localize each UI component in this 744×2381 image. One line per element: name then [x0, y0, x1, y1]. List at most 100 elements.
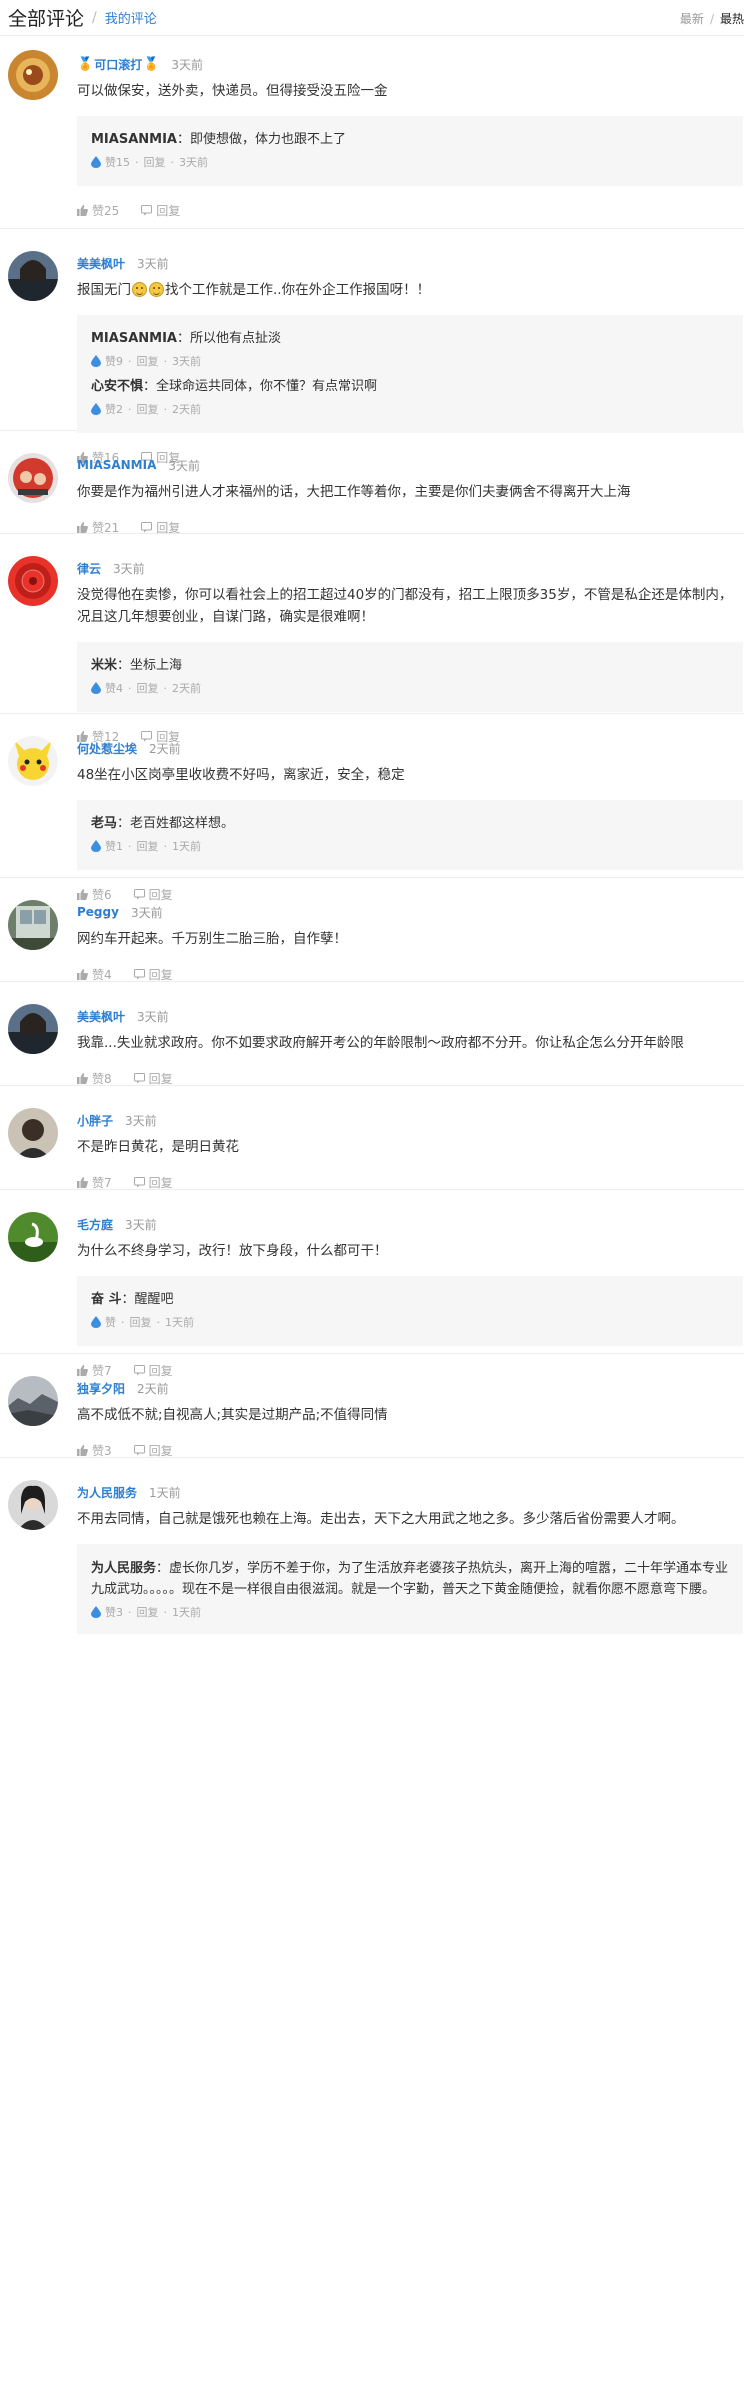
- comment-time: 3天前: [113, 561, 145, 576]
- username[interactable]: 律云: [77, 560, 101, 577]
- my-comments-link[interactable]: 我的评论: [105, 8, 157, 27]
- avatar[interactable]: [8, 251, 58, 301]
- username[interactable]: 美美枫叶: [77, 255, 125, 272]
- comment-time: 3天前: [168, 458, 200, 473]
- grin-emoji-icon: [132, 282, 147, 297]
- reply-item: MIASANMIA：所以他有点扯淡 赞9 · 回复 · 3天前: [91, 331, 281, 369]
- comment-text: 你要是作为福州引进人才来福州的话，大把工作等着你，主要是你们夫妻俩舍不得离开大上…: [77, 484, 631, 500]
- avatar[interactable]: [8, 1004, 58, 1054]
- drop-like-icon[interactable]: [91, 156, 101, 168]
- reply-username[interactable]: MIASANMIA: [91, 132, 177, 147]
- reply-reply-button[interactable]: 回复: [130, 1314, 152, 1330]
- comment-text: 网约车开起来。千万别生二胎三胎，自作孽！: [77, 931, 347, 947]
- reply-likes[interactable]: 赞9: [105, 353, 123, 369]
- drop-like-icon[interactable]: [91, 1606, 101, 1618]
- reply-likes[interactable]: 赞: [105, 1314, 116, 1330]
- comment-icon: [141, 522, 153, 533]
- reply-box: MIASANMIA：即使想做，体力也跟不上了 赞15 · 回复 · 3天前: [77, 116, 743, 186]
- comment-item: Peggy 3天前 网约车开起来。千万别生二胎三胎，自作孽！ 赞4 回复: [0, 878, 744, 982]
- drop-like-icon[interactable]: [91, 682, 101, 694]
- reply-likes[interactable]: 赞3: [105, 1604, 123, 1620]
- reply-label: 回复: [148, 1176, 173, 1190]
- reply-likes[interactable]: 赞1: [105, 838, 123, 854]
- reply-text: ：即使想做，体力也跟不上了: [176, 132, 346, 147]
- avatar[interactable]: [8, 1108, 58, 1158]
- reply-username[interactable]: 为人民服务: [91, 1561, 156, 1576]
- comment-item: 独享夕阳 2天前 高不成低不就;自视高人;其实是过期产品;不值得同情 赞3 回复: [0, 1354, 744, 1458]
- comment-icon: [133, 1445, 145, 1456]
- username[interactable]: Peggy: [77, 905, 119, 919]
- reply-username[interactable]: 老马: [91, 816, 117, 831]
- reply-box: 为人民服务：虚长你几岁，学历不差于你，为了生活放弃老婆孩子热炕头，离开上海的喧嚣…: [77, 1544, 743, 1634]
- comment-item: 美美枫叶 3天前 我靠...失业就求政府。你不如要求政府解开考公的年龄限制～政府…: [0, 982, 744, 1086]
- avatar[interactable]: [8, 556, 58, 606]
- reply-reply-button[interactable]: 回复: [137, 838, 159, 854]
- reply-item: 米米：坐标上海 赞4 · 回复 · 2天前: [91, 658, 201, 696]
- reply-username[interactable]: 米米: [91, 658, 117, 673]
- like-button[interactable]: 赞8: [77, 1070, 112, 1087]
- like-count: 赞7: [92, 1176, 112, 1190]
- reply-reply-button[interactable]: 回复: [137, 353, 159, 369]
- reply-time: 1天前: [172, 1606, 201, 1619]
- reply-likes[interactable]: 赞15: [105, 154, 130, 170]
- avatar[interactable]: [8, 1376, 58, 1426]
- comment-item: 毛方庭 3天前 为什么不终身学习，改行！放下身段，什么都可干！ 奋 斗：醒醒吧 …: [0, 1190, 744, 1378]
- like-button[interactable]: 赞4: [77, 966, 112, 983]
- reply-time: 2天前: [172, 682, 201, 695]
- username[interactable]: 独享夕阳: [77, 1380, 125, 1397]
- reply-reply-button[interactable]: 回复: [137, 680, 159, 696]
- reply-button[interactable]: 回复: [133, 1442, 173, 1459]
- drop-like-icon[interactable]: [91, 403, 101, 415]
- reply-button[interactable]: 回复: [141, 202, 180, 219]
- avatar[interactable]: [8, 50, 58, 100]
- comment-icon: [133, 969, 145, 980]
- reply-button[interactable]: 回复: [133, 1070, 173, 1087]
- comment-time: 3天前: [125, 1217, 157, 1232]
- sort-hot[interactable]: 最热: [720, 12, 744, 26]
- comment-text-part: 报国无门: [77, 282, 131, 298]
- comment-item: 美美枫叶 3天前 报国无门 找个工作就是工作..你在外企工作报国呀！！ MIASA…: [0, 229, 744, 465]
- avatar[interactable]: [8, 1480, 58, 1530]
- comment-text: 报国无门 找个工作就是工作..你在外企工作报国呀！！: [77, 279, 744, 301]
- reply-username[interactable]: 心安不惧: [91, 379, 143, 394]
- avatar[interactable]: [8, 736, 58, 786]
- drop-like-icon[interactable]: [91, 840, 101, 852]
- reply-username[interactable]: 奋 斗: [91, 1292, 122, 1307]
- username[interactable]: 美美枫叶: [77, 1008, 125, 1025]
- reply-button[interactable]: 回复: [133, 966, 173, 983]
- reply-text: ：全球命运共同体，你不懂？有点常识啊: [143, 379, 378, 394]
- username[interactable]: MIASANMIA: [77, 458, 156, 472]
- username[interactable]: 可口滚打: [94, 56, 142, 73]
- reply-username[interactable]: MIASANMIA: [91, 331, 177, 346]
- username[interactable]: 何处惹尘埃: [77, 740, 137, 757]
- reply-reply-button[interactable]: 回复: [137, 401, 159, 417]
- avatar[interactable]: [8, 1212, 58, 1262]
- comment-text: 48坐在小区岗亭里收收费不好吗，离家近，安全，稳定: [77, 767, 405, 783]
- thumbs-up-icon: [77, 1073, 88, 1084]
- reply-likes[interactable]: 赞2: [105, 401, 123, 417]
- username[interactable]: 小胖子: [77, 1112, 113, 1129]
- reply-time: 3天前: [179, 156, 208, 169]
- drop-like-icon[interactable]: [91, 1316, 101, 1328]
- comment-text: 高不成低不就;自视高人;其实是过期产品;不值得同情: [77, 1407, 388, 1423]
- like-count: 赞8: [92, 1072, 112, 1086]
- drop-like-icon[interactable]: [91, 355, 101, 367]
- reply-box: MIASANMIA：所以他有点扯淡 赞9 · 回复 · 3天前 心安不惧：全球命运共同体…: [77, 315, 743, 433]
- reply-text: ：所以他有点扯淡: [176, 331, 281, 346]
- like-button[interactable]: 赞25: [77, 202, 119, 219]
- all-comments-title: 全部评论: [8, 8, 85, 30]
- like-button[interactable]: 赞7: [77, 1174, 112, 1191]
- reply-item: 奋 斗：醒醒吧 赞 · 回复 · 1天前: [91, 1292, 194, 1330]
- reply-reply-button[interactable]: 回复: [144, 154, 166, 170]
- avatar[interactable]: [8, 900, 58, 950]
- username[interactable]: 为人民服务: [77, 1484, 137, 1501]
- thumbs-up-icon: [77, 205, 88, 216]
- reply-button[interactable]: 回复: [133, 1174, 173, 1191]
- avatar[interactable]: [8, 453, 58, 503]
- sort-latest[interactable]: 最新: [680, 12, 704, 26]
- username[interactable]: 毛方庭: [77, 1216, 113, 1233]
- reply-reply-button[interactable]: 回复: [137, 1604, 159, 1620]
- reply-likes[interactable]: 赞4: [105, 680, 123, 696]
- like-button[interactable]: 赞3: [77, 1442, 112, 1459]
- grin-emoji-icon: [149, 282, 164, 297]
